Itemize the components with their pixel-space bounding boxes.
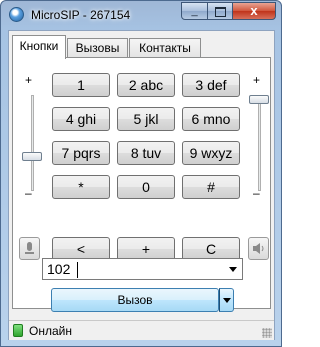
dial-number-value[interactable]: 102 xyxy=(47,261,70,277)
tab-label: Кнопки xyxy=(19,39,59,53)
mute-speaker-button[interactable] xyxy=(248,237,269,260)
mute-mic-button[interactable] xyxy=(19,237,40,260)
microsip-app-icon[interactable] xyxy=(9,7,24,22)
key-9[interactable]: 9 wxyz xyxy=(182,141,240,165)
chevron-down-icon[interactable] xyxy=(229,267,237,272)
tab-label: Вызовы xyxy=(75,41,120,55)
speaker-volume-minus: – xyxy=(253,186,260,200)
online-status-icon xyxy=(13,324,23,337)
dropdown-arrow-icon xyxy=(223,298,231,303)
resize-grip[interactable] xyxy=(262,328,272,338)
client-area: Кнопки Вызовы Контакты + – 1 2 abc 3 def… xyxy=(8,30,275,340)
close-button[interactable]: x xyxy=(232,2,276,20)
key-4[interactable]: 4 ghi xyxy=(52,107,110,131)
tab-calls[interactable]: Вызовы xyxy=(67,38,128,58)
key-2[interactable]: 2 abc xyxy=(117,73,175,97)
minimize-button[interactable]: _ xyxy=(181,2,208,20)
call-button[interactable]: Вызов xyxy=(51,288,219,312)
status-text: Онлайн xyxy=(29,324,72,338)
key-7[interactable]: 7 pqrs xyxy=(52,141,110,165)
window-title: MicroSIP - 267154 xyxy=(31,8,131,22)
maximize-icon xyxy=(214,7,226,17)
minimize-icon: _ xyxy=(191,5,198,17)
mic-volume-track[interactable] xyxy=(31,95,34,191)
dial-number-combobox[interactable]: 102 xyxy=(42,258,243,280)
key-0[interactable]: 0 xyxy=(117,175,175,199)
microphone-icon xyxy=(25,242,34,254)
tab-contacts[interactable]: Контакты xyxy=(129,38,201,58)
key-8[interactable]: 8 tuv xyxy=(117,141,175,165)
speaker-volume-track[interactable] xyxy=(258,95,261,191)
key-5[interactable]: 5 jkl xyxy=(117,107,175,131)
close-icon: x xyxy=(250,3,258,18)
status-bar: Онлайн xyxy=(9,320,274,340)
key-star[interactable]: * xyxy=(52,175,110,199)
key-1[interactable]: 1 xyxy=(52,73,110,97)
key-hash[interactable]: # xyxy=(182,175,240,199)
title-bar[interactable]: MicroSIP - 267154 _ x xyxy=(1,1,281,29)
key-3[interactable]: 3 def xyxy=(182,73,240,97)
tab-label: Контакты xyxy=(139,41,191,55)
mic-volume-plus: + xyxy=(25,73,33,87)
app-window: MicroSIP - 267154 _ x Кнопки Вызовы Конт… xyxy=(0,0,282,347)
speaker-volume-slider[interactable] xyxy=(249,95,269,104)
key-6[interactable]: 6 mno xyxy=(182,107,240,131)
mic-volume-slider[interactable] xyxy=(22,151,42,161)
tab-buttons[interactable]: Кнопки xyxy=(12,35,66,59)
maximize-button[interactable] xyxy=(207,2,233,20)
text-caret xyxy=(77,262,78,278)
speaker-icon xyxy=(253,243,264,254)
speaker-volume-plus: + xyxy=(253,73,261,87)
mic-volume-minus: – xyxy=(25,186,32,200)
call-options-dropdown[interactable] xyxy=(219,288,234,312)
